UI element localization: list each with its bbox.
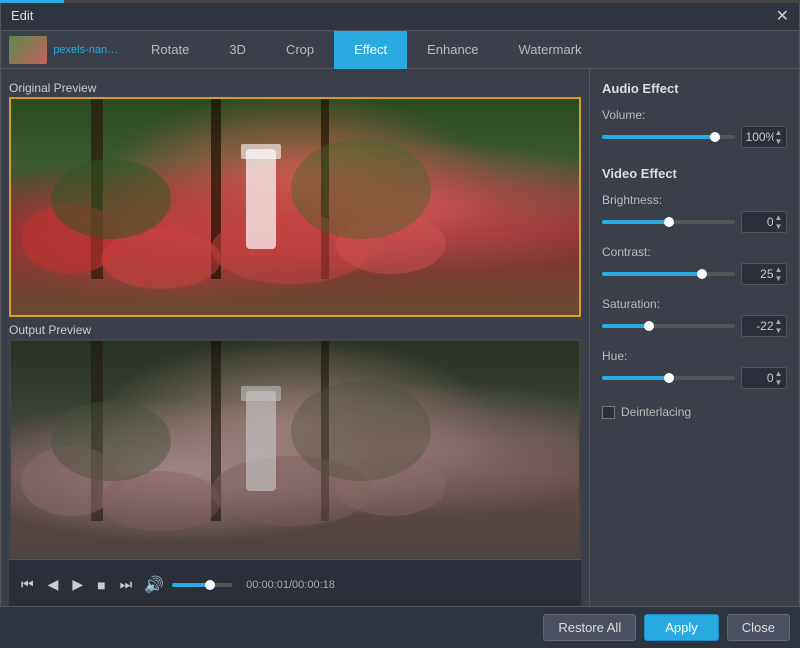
original-overlay-svg [11, 99, 579, 315]
brightness-fill [602, 220, 669, 224]
contrast-value-box[interactable]: ▲▼ [741, 263, 787, 285]
volume-input[interactable] [746, 130, 774, 144]
close-button[interactable]: Close [727, 614, 790, 641]
contrast-spinner[interactable]: ▲▼ [775, 265, 783, 283]
volume-slider-right[interactable] [602, 135, 735, 139]
hue-fill [602, 376, 669, 380]
video-section-title: Video Effect [602, 166, 787, 181]
contrast-thumb [697, 269, 707, 279]
brightness-spinner[interactable]: ▲▼ [775, 213, 783, 231]
brightness-row: Brightness: ▲▼ [602, 193, 787, 233]
volume-control: ▲▼ [602, 126, 787, 148]
contrast-label: Contrast: [602, 245, 787, 259]
saturation-spinner[interactable]: ▲▼ [775, 317, 783, 335]
tabs-container: Rotate 3D Crop Effect Enhance Watermark [131, 31, 602, 69]
tab-crop[interactable]: Crop [266, 31, 334, 69]
contrast-control: ▲▼ [602, 263, 787, 285]
footer-bar: Restore All Apply Close [0, 606, 800, 648]
output-overlay-svg [11, 341, 579, 557]
hue-row: Hue: ▲▼ [602, 349, 787, 389]
original-preview-image [11, 99, 579, 315]
contrast-fill [602, 272, 702, 276]
skip-end-button[interactable]: ⏭ [116, 574, 137, 595]
saturation-row: Saturation: ▲▼ [602, 297, 787, 337]
spacer [602, 427, 787, 595]
output-preview-image [11, 341, 579, 557]
file-thumbnail: pexels-nang-... [1, 32, 131, 68]
volume-spinner[interactable]: ▲▼ [775, 128, 783, 146]
edit-window: Edit ✕ pexels-nang-... Rotate 3D Crop Ef… [0, 0, 800, 648]
volume-value-box[interactable]: ▲▼ [741, 126, 787, 148]
contrast-row: Contrast: ▲▼ [602, 245, 787, 285]
thumbnail-image [9, 36, 47, 64]
original-preview-label: Original Preview [9, 81, 581, 95]
output-preview-label: Output Preview [9, 323, 581, 337]
skip-start-button[interactable]: ⏮ [17, 574, 38, 595]
hue-input[interactable] [746, 371, 774, 385]
window-title: Edit [11, 8, 33, 23]
prev-frame-button[interactable]: ◀ [44, 574, 63, 595]
play-button[interactable]: ▶ [68, 574, 87, 595]
brightness-input[interactable] [746, 215, 774, 229]
brightness-label: Brightness: [602, 193, 787, 207]
volume-slider-thumb [710, 132, 720, 142]
hue-spinner[interactable]: ▲▼ [775, 369, 783, 387]
brightness-thumb [664, 217, 674, 227]
volume-slider-fill [602, 135, 715, 139]
volume-thumb [205, 580, 215, 590]
main-content: Original Preview [1, 69, 799, 647]
controls-bar: ⏮ ◀ ▶ ■ ⏭ 🔊 00:00:01/00:00:18 [9, 559, 581, 609]
apply-button[interactable]: Apply [644, 614, 719, 641]
original-preview-box [9, 97, 581, 317]
volume-slider[interactable] [172, 583, 232, 587]
volume-icon: 🔊 [144, 575, 164, 595]
saturation-label: Saturation: [602, 297, 787, 311]
hue-thumb [664, 373, 674, 383]
left-panel: Original Preview [1, 69, 589, 647]
brightness-control: ▲▼ [602, 211, 787, 233]
file-name: pexels-nang-... [53, 44, 123, 56]
time-display: 00:00:01/00:00:18 [246, 579, 335, 591]
contrast-slider[interactable] [602, 272, 735, 276]
tab-effect[interactable]: Effect [334, 31, 407, 69]
hue-slider[interactable] [602, 376, 735, 380]
right-panel: Audio Effect Volume: ▲▼ Video Effect [589, 69, 799, 647]
hue-label: Hue: [602, 349, 787, 363]
deinterlacing-checkbox[interactable] [602, 406, 615, 419]
stop-button[interactable]: ■ [93, 575, 109, 595]
tab-enhance[interactable]: Enhance [407, 31, 498, 69]
restore-all-button[interactable]: Restore All [543, 614, 636, 641]
brightness-value-box[interactable]: ▲▼ [741, 211, 787, 233]
volume-row: Volume: ▲▼ [602, 108, 787, 148]
brightness-slider[interactable] [602, 220, 735, 224]
audio-section-title: Audio Effect [602, 81, 787, 96]
contrast-input[interactable] [746, 267, 774, 281]
saturation-fill [602, 324, 649, 328]
hue-control: ▲▼ [602, 367, 787, 389]
saturation-value-box[interactable]: ▲▼ [741, 315, 787, 337]
title-bar-left: Edit [11, 8, 33, 23]
tab-watermark[interactable]: Watermark [498, 31, 601, 69]
deinterlacing-label: Deinterlacing [621, 405, 691, 419]
title-bar: Edit ✕ [1, 1, 799, 31]
saturation-thumb [644, 321, 654, 331]
deinterlacing-row: Deinterlacing [602, 405, 787, 419]
tab-rotate[interactable]: Rotate [131, 31, 209, 69]
tab-3d[interactable]: 3D [209, 31, 266, 69]
saturation-input[interactable] [746, 319, 774, 333]
saturation-slider[interactable] [602, 324, 735, 328]
volume-label: Volume: [602, 108, 787, 122]
output-preview-box [9, 339, 581, 559]
saturation-control: ▲▼ [602, 315, 787, 337]
close-window-button[interactable]: ✕ [776, 6, 789, 26]
hue-value-box[interactable]: ▲▼ [741, 367, 787, 389]
